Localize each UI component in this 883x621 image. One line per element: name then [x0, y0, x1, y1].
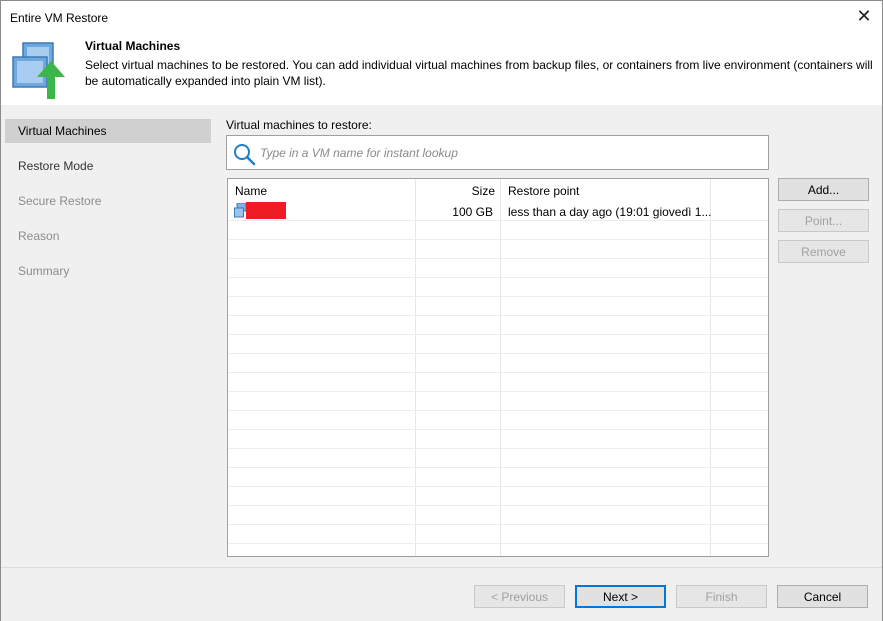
- search-icon: [234, 144, 256, 166]
- step-reason: Reason: [18, 229, 60, 243]
- step-secure-restore: Secure Restore: [18, 194, 102, 208]
- column-divider: [710, 179, 711, 556]
- row-divider: [228, 315, 768, 316]
- row-divider: [228, 524, 768, 525]
- vms-to-restore-label: Virtual machines to restore:: [226, 118, 372, 132]
- column-divider: [500, 179, 501, 556]
- row-divider: [228, 410, 768, 411]
- remove-button: Remove: [778, 240, 869, 263]
- row-divider: [228, 258, 768, 259]
- title-bar: Entire VM Restore ✕: [1, 1, 882, 33]
- vm-restore-icon: [12, 42, 65, 99]
- vm-name: [246, 202, 286, 220]
- wizard-header: Virtual Machines Select virtual machines…: [1, 33, 882, 105]
- close-icon[interactable]: ✕: [854, 7, 874, 27]
- column-header-name[interactable]: Name: [235, 179, 267, 201]
- row-divider: [228, 296, 768, 297]
- column-header-size[interactable]: Size: [415, 179, 495, 201]
- vm-search-input[interactable]: [260, 141, 760, 164]
- entire-vm-restore-window: Entire VM Restore ✕ Virtual Machines Sel…: [0, 0, 883, 621]
- wizard-footer: < Previous Next > Finish Cancel: [1, 567, 882, 621]
- page-description: Select virtual machines to be restored. …: [85, 58, 873, 88]
- window-title: Entire VM Restore: [10, 11, 109, 25]
- step-virtual-machines[interactable]: Virtual Machines: [5, 119, 211, 143]
- step-restore-mode[interactable]: Restore Mode: [5, 154, 211, 178]
- next-button[interactable]: Next >: [575, 585, 666, 608]
- vm-table[interactable]: Name Size Restore point 100 GB less than…: [227, 178, 769, 557]
- row-divider: [228, 334, 768, 335]
- row-divider: [228, 448, 768, 449]
- redacted-vm-name: [246, 202, 286, 219]
- row-divider: [228, 505, 768, 506]
- row-divider: [228, 543, 768, 544]
- row-divider: [228, 486, 768, 487]
- finish-button: Finish: [676, 585, 767, 608]
- vm-size: 100 GB: [452, 205, 493, 219]
- main-panel: Virtual machines to restore: Name Size R…: [213, 105, 882, 567]
- column-header-restore-point[interactable]: Restore point: [508, 179, 579, 201]
- add-button[interactable]: Add...: [778, 178, 869, 201]
- cancel-button[interactable]: Cancel: [777, 585, 868, 608]
- row-divider: [228, 372, 768, 373]
- wizard-steps: Virtual Machines Restore Mode Secure Res…: [1, 105, 213, 567]
- page-title: Virtual Machines: [85, 39, 181, 53]
- column-divider: [415, 179, 416, 556]
- row-divider: [228, 391, 768, 392]
- vm-search-box[interactable]: [226, 135, 769, 170]
- previous-button: < Previous: [474, 585, 565, 608]
- vm-restore-point: less than a day ago (19:01 giovedì 1...: [508, 205, 712, 219]
- point-button: Point...: [778, 209, 869, 232]
- row-divider: [228, 239, 768, 240]
- row-divider: [228, 467, 768, 468]
- row-divider: [228, 429, 768, 430]
- row-divider: [228, 277, 768, 278]
- step-summary: Summary: [18, 264, 70, 278]
- row-divider: [228, 353, 768, 354]
